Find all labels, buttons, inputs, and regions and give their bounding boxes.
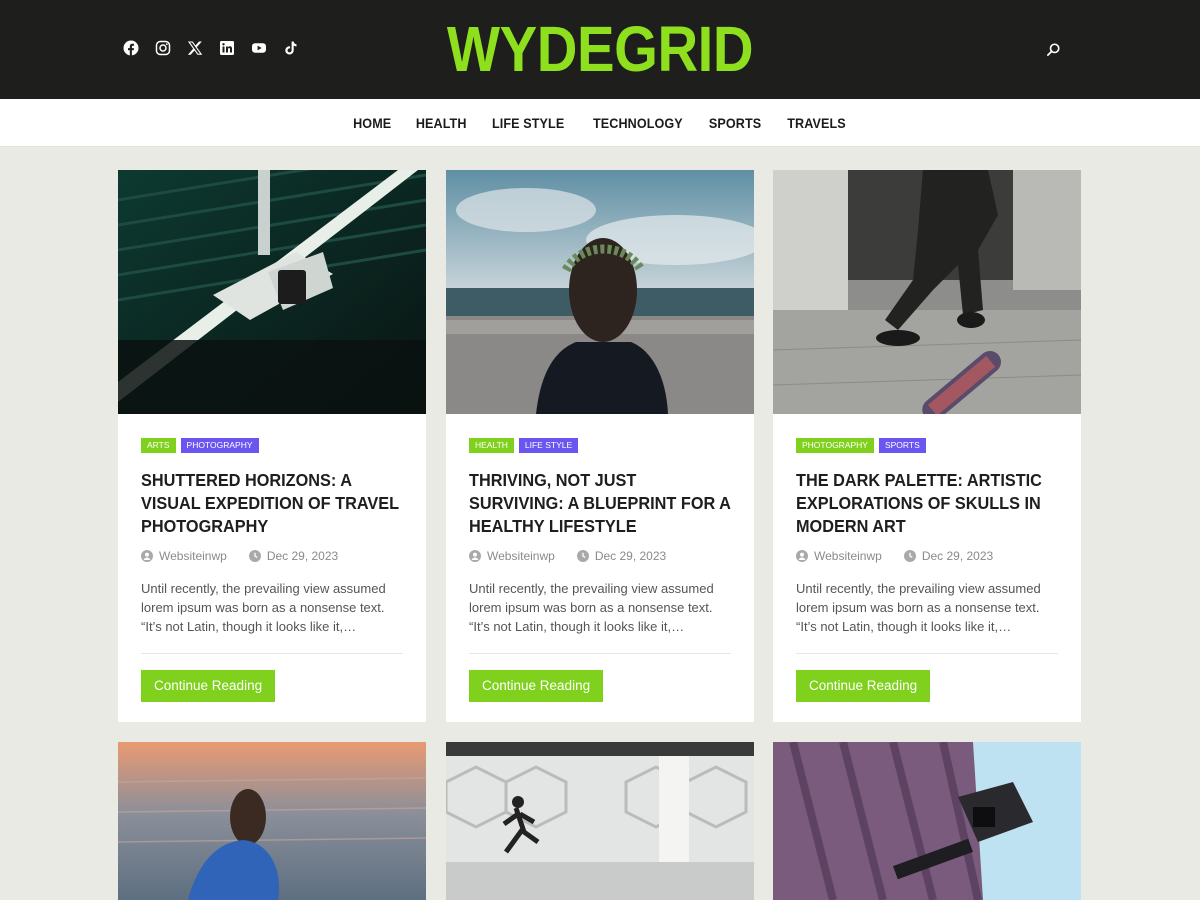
site-logo[interactable]: WYDEGRID <box>72 14 1128 84</box>
running-man-architecture-photo[interactable] <box>446 742 754 900</box>
divider <box>796 653 1058 654</box>
post-title[interactable]: THE DARK PALETTE: ARTISTIC EXPLORATIONS … <box>796 469 1058 538</box>
clock-icon <box>248 550 261 562</box>
category-badge[interactable]: HEALTH <box>469 438 514 453</box>
search-icon[interactable] <box>1046 42 1062 58</box>
security-camera-photo[interactable] <box>118 170 426 414</box>
user-icon <box>469 550 481 562</box>
post-author[interactable]: Websiteinwp <box>814 549 882 563</box>
post-card <box>773 742 1081 900</box>
category-badge[interactable]: LIFE STYLE <box>518 438 579 453</box>
category-badge[interactable]: ARTS <box>141 438 176 453</box>
primary-navigation: HOME HEALTH LIFE STYLE TECHNOLOGY SPORTS… <box>0 99 1200 147</box>
post-card: PHOTOGRAPHY SPORTS THE DARK PALETTE: ART… <box>773 170 1081 722</box>
nav-item-home[interactable]: HOME <box>354 115 392 131</box>
post-excerpt: Until recently, the prevailing view assu… <box>141 581 386 634</box>
post-title[interactable]: THRIVING, NOT JUST SURVIVING: A BLUEPRIN… <box>469 469 731 538</box>
nav-item-sports[interactable]: SPORTS <box>709 115 761 131</box>
category-badge[interactable]: PHOTOGRAPHY <box>796 438 874 453</box>
category-badge[interactable]: PHOTOGRAPHY <box>180 438 259 453</box>
nav-item-health[interactable]: HEALTH <box>416 115 467 131</box>
cctv-camera-photo[interactable] <box>773 742 1081 900</box>
post-title[interactable]: SHUTTERED HORIZONS: A VISUAL EXPEDITION … <box>141 469 403 538</box>
post-excerpt: Until recently, the prevailing view assu… <box>796 581 1041 634</box>
clock-icon <box>903 550 916 562</box>
user-icon <box>141 550 153 562</box>
continue-reading-button[interactable]: Continue Reading <box>141 670 276 702</box>
nav-item-technology[interactable]: TECHNOLOGY <box>593 115 683 131</box>
continue-reading-button[interactable]: Continue Reading <box>469 670 604 702</box>
post-card <box>118 742 426 900</box>
post-author[interactable]: Websiteinwp <box>487 549 555 563</box>
post-date[interactable]: Dec 29, 2023 <box>267 549 338 563</box>
woman-on-beach-photo[interactable] <box>446 170 754 414</box>
site-header: WYDEGRID <box>0 0 1200 99</box>
clock-icon <box>576 550 589 562</box>
divider <box>141 653 403 654</box>
category-badge[interactable]: SPORTS <box>878 438 926 453</box>
post-card: HEALTH LIFE STYLE THRIVING, NOT JUST SUR… <box>446 170 754 722</box>
woman-in-sea-photo[interactable] <box>118 742 426 900</box>
nav-item-life-style[interactable]: LIFE STYLE <box>492 115 564 131</box>
divider <box>469 653 731 654</box>
skateboarder-photo[interactable] <box>773 170 1081 414</box>
nav-item-travels[interactable]: TRAVELS <box>787 115 846 131</box>
post-card: ARTS PHOTOGRAPHY SHUTTERED HORIZONS: A V… <box>118 170 426 722</box>
post-author[interactable]: Websiteinwp <box>159 549 227 563</box>
post-date[interactable]: Dec 29, 2023 <box>922 549 993 563</box>
post-card <box>446 742 754 900</box>
post-date[interactable]: Dec 29, 2023 <box>595 549 666 563</box>
post-excerpt: Until recently, the prevailing view assu… <box>469 581 714 634</box>
user-icon <box>796 550 808 562</box>
continue-reading-button[interactable]: Continue Reading <box>796 670 931 702</box>
